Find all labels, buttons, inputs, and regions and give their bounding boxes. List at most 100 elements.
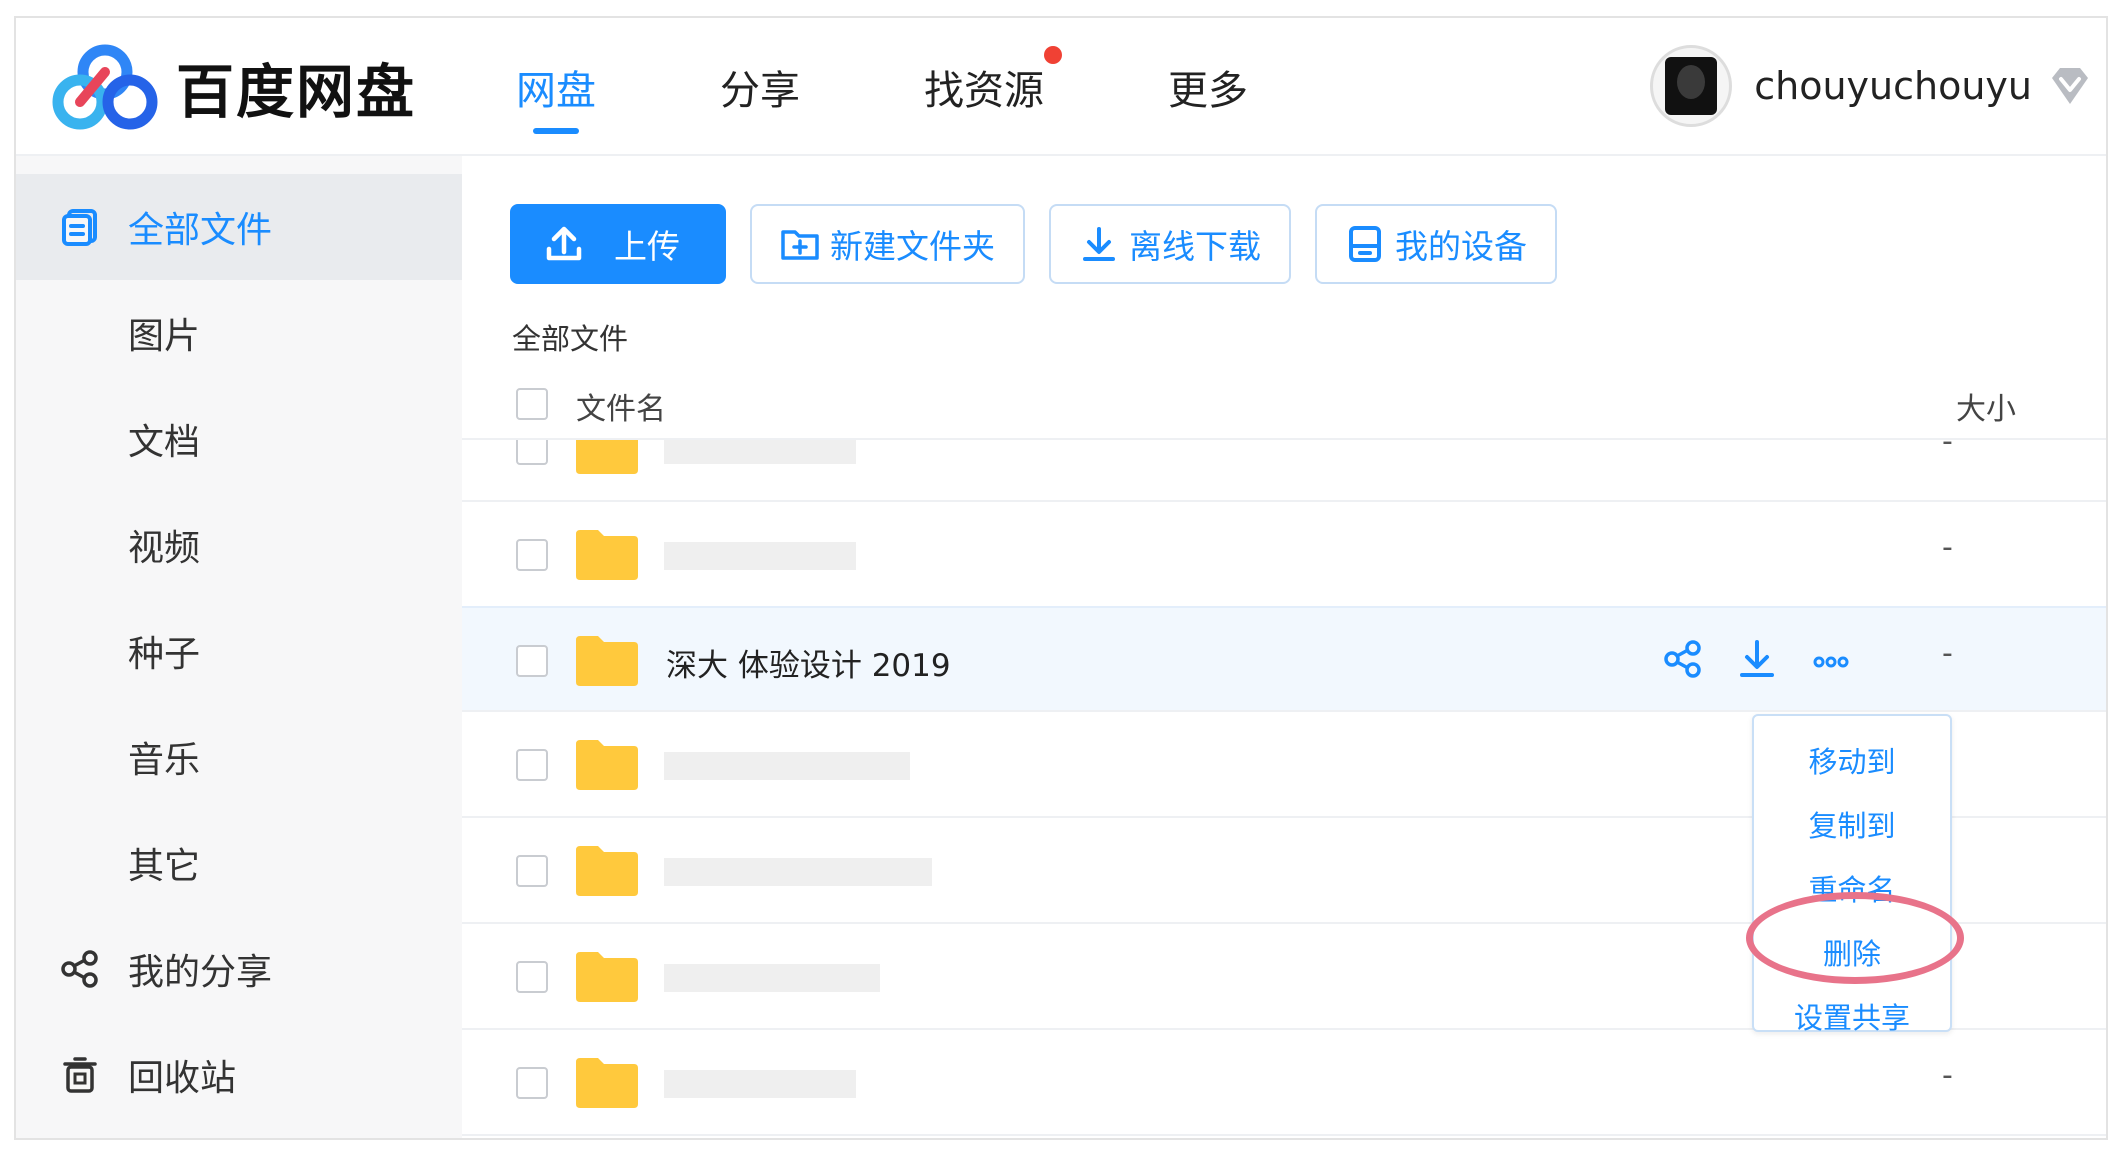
avatar-image <box>1665 57 1718 115</box>
nav-share[interactable]: 分享 <box>720 18 800 156</box>
new-folder-icon <box>781 230 819 260</box>
folder-icon <box>576 1058 638 1108</box>
vip-diamond-icon[interactable] <box>2048 66 2092 106</box>
download-icon[interactable] <box>1736 638 1778 680</box>
sidebar-item-label: 种子 <box>128 634 201 675</box>
menu-item-move-to[interactable]: 移动到 <box>1754 728 1950 792</box>
row-checkbox[interactable] <box>516 855 548 887</box>
sidebar-item-my-shares[interactable]: 我的分享 <box>16 916 462 1022</box>
folder-icon <box>576 740 638 790</box>
folder-icon <box>576 440 638 474</box>
nav-more[interactable]: 更多 <box>1168 18 1248 156</box>
offline-download-button[interactable]: 离线下载 <box>1049 204 1291 284</box>
sidebar-item-all-files[interactable]: 全部文件 <box>16 174 462 280</box>
new-folder-button[interactable]: 新建文件夹 <box>750 204 1025 284</box>
file-name-placeholder <box>664 1070 856 1098</box>
row-checkbox[interactable] <box>516 749 548 781</box>
column-header-name[interactable]: 文件名 <box>576 384 666 428</box>
row-actions <box>1662 638 1884 680</box>
file-name[interactable]: 深大 体验设计 2019 <box>666 640 951 685</box>
my-devices-button[interactable]: 我的设备 <box>1315 204 1557 284</box>
baidu-netdisk-logo-icon <box>52 44 158 130</box>
sidebar-item-recycle-bin[interactable]: 回收站 <box>16 1022 462 1128</box>
device-icon <box>1349 226 1381 262</box>
app-window: 百度网盘 网盘 分享 找资源 更多 chouyuchouyu 全部文件 图片 文… <box>14 16 2108 1140</box>
sidebar-item-label: 音乐 <box>128 740 201 781</box>
folder-icon <box>576 846 638 896</box>
my-devices-button-label: 我的设备 <box>1395 227 1527 266</box>
select-all-checkbox[interactable] <box>516 388 548 420</box>
file-size: - <box>1942 440 1953 459</box>
file-name-placeholder <box>664 752 910 780</box>
file-name-placeholder <box>664 440 856 464</box>
table-row-hovered[interactable]: 深大 体验设计 2019 - <box>462 606 2106 712</box>
sidebar-item-label: 我的分享 <box>128 952 273 993</box>
user-info[interactable]: chouyuchouyu <box>1650 40 2092 132</box>
share-icon <box>61 950 98 988</box>
file-name-placeholder <box>664 542 856 570</box>
sidebar: 全部文件 图片 文档 视频 种子 音乐 其它 我的分享 回收站 <box>16 156 462 1138</box>
new-folder-button-label: 新建文件夹 <box>830 227 995 266</box>
upload-button-label: 上传 <box>614 227 680 266</box>
menu-item-set-sharing[interactable]: 设置共享 <box>1754 984 1950 1048</box>
nav-label: 网盘 <box>516 68 596 114</box>
breadcrumb: 全部文件 <box>512 322 629 356</box>
sidebar-item-music[interactable]: 音乐 <box>16 704 462 810</box>
folder-icon <box>576 530 638 580</box>
file-name-placeholder <box>664 964 880 992</box>
folder-icon <box>576 952 638 1002</box>
sidebar-item-label: 文档 <box>128 422 201 463</box>
file-size: - <box>1942 636 1953 671</box>
menu-item-delete[interactable]: 删除 <box>1754 920 1950 984</box>
table-row[interactable]: - <box>462 440 2106 502</box>
row-checkbox[interactable] <box>516 539 548 571</box>
row-checkbox[interactable] <box>516 645 548 677</box>
more-icon[interactable] <box>1810 638 1852 680</box>
file-size: - <box>1942 530 1953 565</box>
all-files-icon <box>62 209 97 246</box>
sidebar-item-label: 视频 <box>128 528 201 569</box>
logo[interactable]: 百度网盘 <box>50 42 416 132</box>
table-row[interactable]: - <box>462 502 2106 608</box>
folder-icon <box>576 636 638 686</box>
share-icon[interactable] <box>1662 638 1704 680</box>
sidebar-item-images[interactable]: 图片 <box>16 280 462 386</box>
main-content: 上传 新建文件夹 离线下载 我的设备 全部文件 文件名 大小 - - 深大 体验… <box>462 156 2106 1138</box>
upload-button[interactable]: 上传 <box>510 204 726 284</box>
sidebar-item-label: 其它 <box>128 846 201 887</box>
sidebar-item-label: 回收站 <box>128 1058 237 1099</box>
sidebar-item-label: 图片 <box>128 316 201 357</box>
table-header: 文件名 大小 <box>462 368 2106 440</box>
nav-label: 分享 <box>720 68 800 114</box>
sidebar-item-videos[interactable]: 视频 <box>16 492 462 598</box>
offline-download-button-label: 离线下载 <box>1129 227 1261 266</box>
upload-icon <box>546 226 582 261</box>
logo-text: 百度网盘 <box>176 58 417 126</box>
toolbar: 上传 新建文件夹 离线下载 我的设备 <box>510 204 1581 284</box>
menu-item-rename[interactable]: 重命名 <box>1754 856 1950 920</box>
row-checkbox[interactable] <box>516 440 548 465</box>
file-name-placeholder <box>664 858 932 886</box>
file-size: - <box>1942 1058 1953 1093</box>
row-checkbox[interactable] <box>516 961 548 993</box>
sidebar-item-other[interactable]: 其它 <box>16 810 462 916</box>
sidebar-item-torrents[interactable]: 种子 <box>16 598 462 704</box>
menu-item-copy-to[interactable]: 复制到 <box>1754 792 1950 856</box>
sidebar-item-label: 全部文件 <box>128 210 273 251</box>
notification-dot <box>1044 46 1062 64</box>
column-header-size[interactable]: 大小 <box>1956 384 2016 428</box>
avatar[interactable] <box>1650 45 1733 127</box>
download-icon <box>1083 227 1115 261</box>
nav-active-indicator <box>533 128 579 134</box>
username[interactable]: chouyuchouyu <box>1754 64 2032 108</box>
top-header: 百度网盘 网盘 分享 找资源 更多 chouyuchouyu <box>16 18 2106 156</box>
row-checkbox[interactable] <box>516 1067 548 1099</box>
nav-find-resources[interactable]: 找资源 <box>924 18 1062 156</box>
more-actions-menu: 移动到 复制到 重命名 删除 设置共享 <box>1752 714 1952 1035</box>
sidebar-item-documents[interactable]: 文档 <box>16 386 462 492</box>
nav-netdisk[interactable]: 网盘 <box>516 18 596 156</box>
nav-label: 找资源 <box>924 68 1044 114</box>
trash-icon <box>63 1057 97 1093</box>
nav-label: 更多 <box>1168 68 1248 114</box>
main-nav: 网盘 分享 找资源 更多 <box>516 18 1248 156</box>
